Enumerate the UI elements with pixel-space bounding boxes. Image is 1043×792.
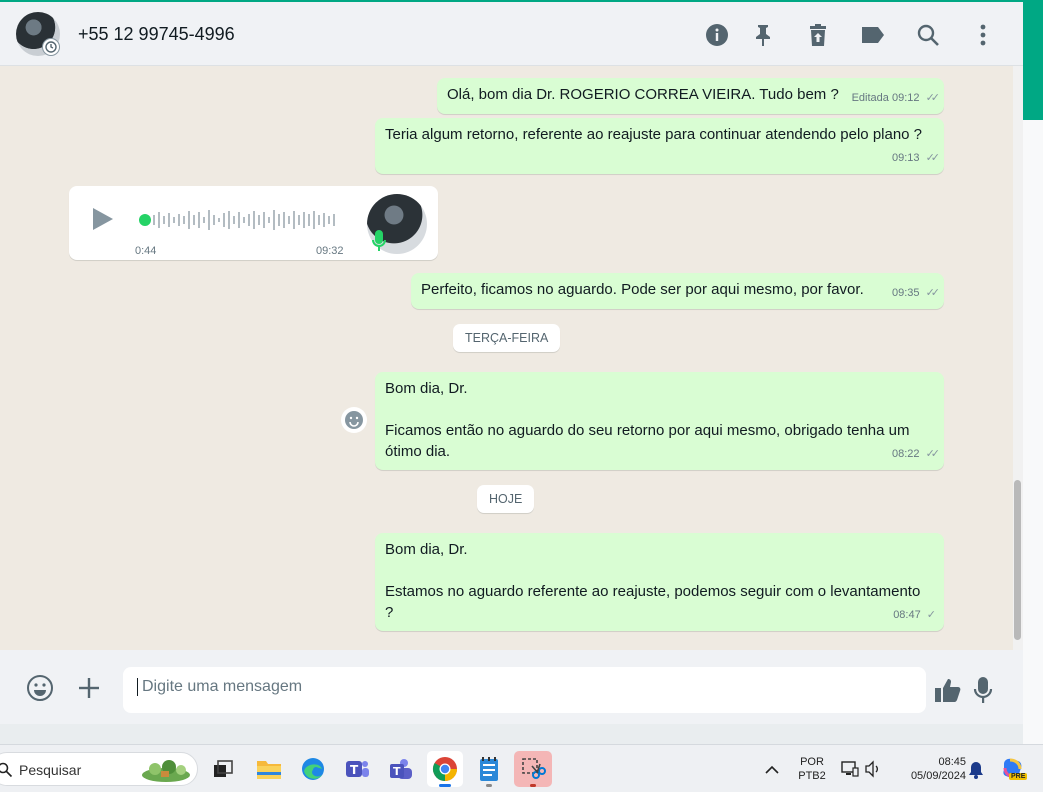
os-taskbar: Pesquisar T T POR PTB2 08:45 05/09/2024 … <box>0 744 1043 792</box>
edge-browser-icon[interactable] <box>295 751 331 787</box>
message-time: 08:22 <box>891 448 920 460</box>
message-outgoing[interactable]: Bom dia, Dr. Estamos no aguardo referent… <box>375 533 944 631</box>
react-emoji-icon[interactable] <box>341 407 367 433</box>
pin-icon[interactable] <box>750 22 776 48</box>
window-accent-strip <box>1023 0 1043 120</box>
single-tick-icon: ✓ <box>926 609 936 621</box>
audio-message-incoming[interactable]: 0:44 09:32 <box>69 186 438 260</box>
clock-date: 05/09/2024 <box>910 770 966 782</box>
message-time: 09:35 <box>891 287 920 299</box>
message-time: 09:32 <box>316 245 344 257</box>
edited-label: Editada <box>851 92 889 104</box>
composer-bar <box>0 650 1023 724</box>
language-code: POR <box>800 756 824 768</box>
message-meta: Editada 09:12 ✓✓ <box>851 88 941 109</box>
message-outgoing[interactable]: Teria algum retorno, referente ao reajus… <box>375 118 944 174</box>
network-icon[interactable] <box>841 760 859 783</box>
task-view-icon[interactable] <box>205 751 241 787</box>
play-icon[interactable] <box>91 206 115 238</box>
info-icon[interactable] <box>704 22 730 48</box>
thumbs-up-icon[interactable] <box>934 676 962 709</box>
double-tick-icon: ✓✓ <box>925 287 941 299</box>
search-icon <box>0 762 13 778</box>
menu-icon[interactable] <box>970 22 996 48</box>
message-time: 08:47 <box>893 609 921 621</box>
window-edge <box>1023 120 1043 744</box>
message-text-line: Bom dia, Dr. <box>385 380 468 397</box>
message-outgoing[interactable]: Olá, bom dia Dr. ROGERIO CORREA VIEIRA. … <box>437 78 944 114</box>
audio-duration: 0:44 <box>135 245 157 257</box>
message-meta: 08:22 ✓✓ <box>891 444 941 465</box>
double-tick-icon: ✓✓ <box>925 152 941 164</box>
notification-bell-icon[interactable] <box>968 761 984 784</box>
message-meta: 08:47 ✓ <box>893 605 936 626</box>
search-icon[interactable] <box>915 22 941 48</box>
taskbar-search-label: Pesquisar <box>19 762 82 778</box>
system-clock[interactable]: 08:45 05/09/2024 <box>894 755 966 783</box>
show-hidden-icons-chevron[interactable] <box>765 762 779 780</box>
svg-text:T: T <box>393 765 401 778</box>
teams-icon[interactable]: T <box>339 751 375 787</box>
attach-plus-icon[interactable] <box>77 676 101 705</box>
chrome-browser-icon[interactable] <box>427 751 463 787</box>
audio-waveform[interactable] <box>151 206 341 234</box>
message-list[interactable]: Olá, bom dia Dr. ROGERIO CORREA VIEIRA. … <box>0 66 1023 650</box>
search-highlight-icon <box>142 760 190 782</box>
file-explorer-icon[interactable] <box>251 751 287 787</box>
chat-header: +55 12 99745-4996 <box>0 0 1023 66</box>
label-icon[interactable] <box>860 22 886 48</box>
copilot-icon[interactable]: PRE <box>1000 756 1028 782</box>
chat-scrollbar-thumb[interactable] <box>1014 480 1021 640</box>
message-meta: 09:35 ✓✓ <box>891 283 941 304</box>
message-outgoing[interactable]: Bom dia, Dr. Ficamos então no aguardo do… <box>375 372 944 470</box>
message-input[interactable] <box>137 678 897 696</box>
date-separator: TERÇA-FEIRA <box>453 324 561 352</box>
taskbar-search[interactable]: Pesquisar <box>0 752 198 786</box>
svg-text:T: T <box>350 763 359 777</box>
message-text-line: Bom dia, Dr. <box>385 541 468 558</box>
teams-work-icon[interactable]: T <box>383 751 419 787</box>
date-separator: HOJE <box>477 485 535 513</box>
copilot-preview-badge: PRE <box>1009 773 1028 780</box>
notepad-icon[interactable] <box>471 751 507 787</box>
keyboard-layout: PTB2 <box>798 770 826 782</box>
double-tick-icon: ✓✓ <box>925 448 941 460</box>
message-text-line: Estamos no aguardo referente ao reajuste… <box>385 583 921 621</box>
input-language-indicator[interactable]: POR PTB2 <box>795 755 829 783</box>
status-badge-icon <box>42 38 60 56</box>
message-outgoing[interactable]: Perfeito, ficamos no aguardo. Pode ser p… <box>411 273 944 309</box>
emoji-icon[interactable] <box>26 674 54 707</box>
contact-name[interactable]: +55 12 99745-4996 <box>78 24 235 45</box>
message-time: 09:12 <box>891 92 920 104</box>
delete-icon[interactable] <box>805 22 831 48</box>
message-input-box[interactable] <box>123 667 926 713</box>
message-meta: 09:13 ✓✓ <box>891 148 941 169</box>
audio-progress-handle[interactable] <box>139 214 151 226</box>
snipping-tool-icon[interactable] <box>514 751 552 787</box>
microphone-icon[interactable] <box>973 676 993 709</box>
double-tick-icon: ✓✓ <box>925 92 941 104</box>
message-text: Olá, bom dia Dr. ROGERIO CORREA VIEIRA. … <box>447 86 839 103</box>
message-text-line: Ficamos então no aguardo do seu retorno … <box>385 422 910 460</box>
message-text: Teria algum retorno, referente ao reajus… <box>385 126 923 143</box>
message-time: 09:13 <box>891 152 920 164</box>
clock-time: 08:45 <box>938 756 966 768</box>
volume-icon[interactable] <box>864 760 882 783</box>
message-text: Perfeito, ficamos no aguardo. Pode ser p… <box>421 281 864 298</box>
microphone-badge-icon <box>372 230 386 258</box>
